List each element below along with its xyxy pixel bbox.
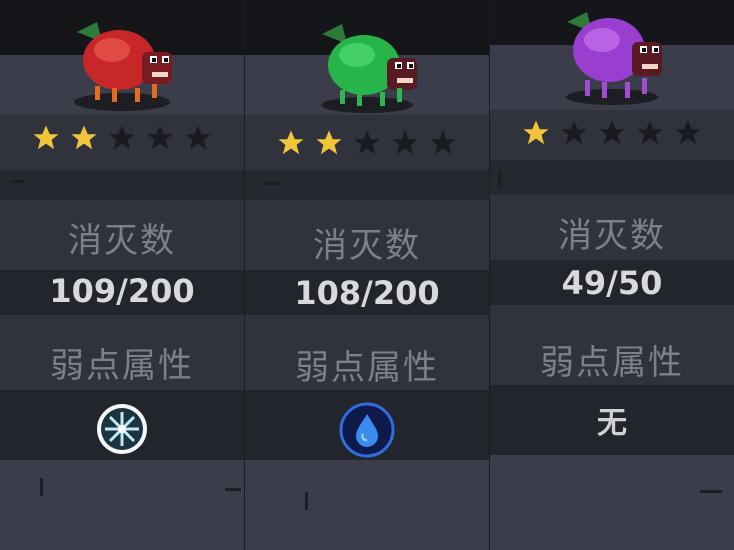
kills-value: 49/50	[561, 264, 663, 302]
star-empty-icon	[430, 130, 456, 155]
star-empty-icon	[354, 130, 380, 155]
crack	[498, 170, 501, 186]
stone-band	[245, 170, 489, 200]
star-empty-icon	[185, 125, 211, 150]
weakness-label: 弱点属性	[295, 348, 439, 388]
crack	[40, 478, 43, 496]
stone-band	[490, 160, 734, 195]
crack	[305, 492, 308, 510]
stone-band	[245, 460, 489, 550]
star-empty-icon	[675, 120, 701, 145]
star-rating	[490, 118, 734, 148]
crack	[700, 490, 722, 493]
weakness-label: 弱点属性	[50, 346, 194, 386]
stone-band	[490, 455, 734, 550]
star-filled-icon	[33, 125, 59, 150]
monster-card-1[interactable]: 消灭数 109/200 弱点属性	[0, 0, 244, 550]
crack	[10, 180, 24, 183]
kills-label: 消灭数	[313, 226, 421, 266]
stone-band	[0, 170, 244, 200]
kills-value: 109/200	[49, 272, 195, 310]
purple-shell-crab-sprite	[566, 12, 662, 105]
star-empty-icon	[147, 125, 173, 150]
star-filled-icon	[71, 125, 97, 150]
crack	[225, 488, 241, 491]
green-shell-crab-sprite	[321, 24, 417, 113]
crack	[265, 182, 279, 185]
kills-label: 消灭数	[558, 216, 666, 256]
weakness-none-text: 无	[597, 406, 627, 441]
star-rating	[245, 128, 489, 158]
star-empty-icon	[392, 130, 418, 155]
stone-band	[0, 460, 244, 550]
star-empty-icon	[109, 125, 135, 150]
star-filled-icon	[523, 120, 549, 145]
star-empty-icon	[637, 120, 663, 145]
kills-value: 108/200	[294, 274, 440, 312]
monster-card-3[interactable]: 消灭数 49/50 弱点属性 无	[490, 0, 734, 550]
star-rating	[0, 123, 244, 153]
monster-card-2[interactable]: 消灭数 108/200 弱点属性	[245, 0, 489, 550]
weakness-label: 弱点属性	[540, 343, 684, 383]
ice-snowflake-icon	[97, 404, 147, 454]
water-drop-icon	[339, 402, 395, 458]
star-filled-icon	[316, 130, 342, 155]
star-filled-icon	[278, 130, 304, 155]
kills-label: 消灭数	[68, 221, 176, 261]
red-shell-crab-sprite	[74, 22, 172, 111]
star-empty-icon	[561, 120, 587, 145]
star-empty-icon	[599, 120, 625, 145]
